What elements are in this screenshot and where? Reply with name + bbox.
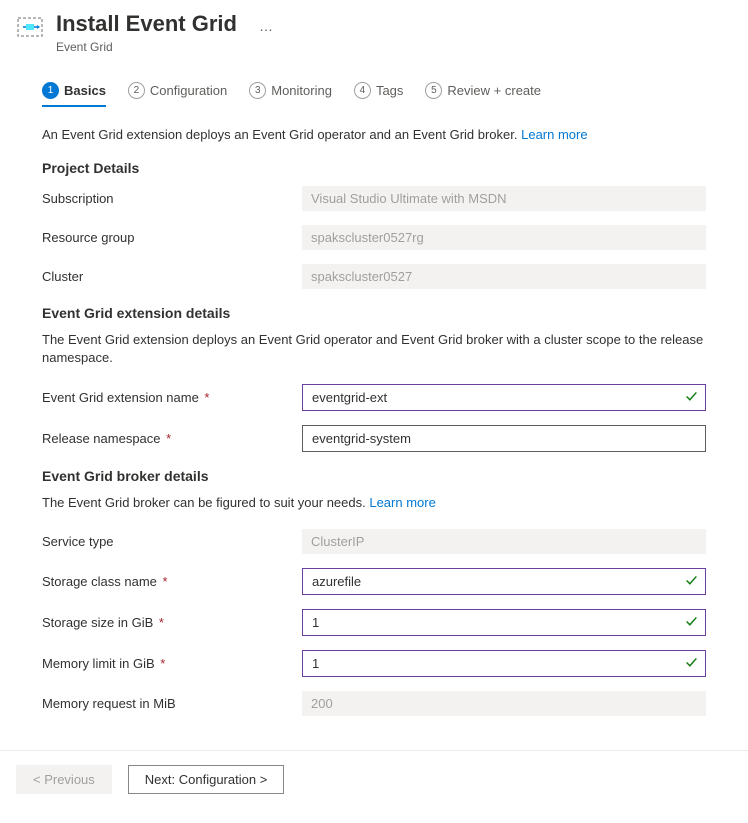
section-extension-details: Event Grid extension details	[42, 305, 706, 321]
subscription-field: Visual Studio Ultimate with MSDN	[302, 186, 706, 211]
tab-label: Tags	[376, 83, 403, 98]
tab-tags[interactable]: 4 Tags	[354, 82, 403, 107]
resource-group-label: Resource group	[42, 230, 302, 245]
broker-details-desc: The Event Grid broker can be figured to …	[42, 494, 706, 513]
page-header: Install Event Grid Event Grid …	[0, 0, 748, 60]
subscription-label: Subscription	[42, 191, 302, 206]
check-icon	[685, 615, 698, 631]
wizard-footer: < Previous Next: Configuration >	[0, 750, 748, 808]
cluster-label: Cluster	[42, 269, 302, 284]
extension-name-label-text: Event Grid extension name	[42, 390, 199, 405]
cluster-field: spakscluster0527	[302, 264, 706, 289]
service-type-field: ClusterIP	[302, 529, 706, 554]
memory-request-field: 200	[302, 691, 706, 716]
storage-class-input[interactable]	[302, 568, 706, 595]
intro-text-body: An Event Grid extension deploys an Event…	[42, 127, 521, 142]
memory-request-label: Memory request in MiB	[42, 696, 302, 711]
section-broker-details: Event Grid broker details	[42, 468, 706, 484]
required-indicator: *	[155, 615, 164, 630]
check-icon	[685, 656, 698, 672]
release-namespace-label: Release namespace *	[42, 431, 302, 446]
required-indicator: *	[159, 574, 168, 589]
next-button[interactable]: Next: Configuration >	[128, 765, 284, 794]
service-type-label: Service type	[42, 534, 302, 549]
storage-class-label-text: Storage class name	[42, 574, 157, 589]
step-badge: 3	[249, 82, 266, 99]
tab-label: Basics	[64, 83, 106, 98]
check-icon	[685, 574, 698, 590]
required-indicator: *	[163, 431, 172, 446]
step-badge: 5	[425, 82, 442, 99]
tab-label: Review + create	[447, 83, 541, 98]
memory-limit-input[interactable]	[302, 650, 706, 677]
broker-desc-text: The Event Grid broker can be figured to …	[42, 495, 369, 510]
tab-monitoring[interactable]: 3 Monitoring	[249, 82, 332, 107]
release-namespace-label-text: Release namespace	[42, 431, 161, 446]
learn-more-link[interactable]: Learn more	[521, 127, 587, 142]
step-badge: 1	[42, 82, 59, 99]
more-actions-button[interactable]: …	[259, 18, 273, 34]
extension-name-label: Event Grid extension name *	[42, 390, 302, 405]
tab-label: Configuration	[150, 83, 227, 98]
page-title: Install Event Grid	[56, 10, 237, 39]
release-namespace-input[interactable]	[302, 425, 706, 452]
required-indicator: *	[201, 390, 210, 405]
storage-size-input[interactable]	[302, 609, 706, 636]
storage-class-label: Storage class name *	[42, 574, 302, 589]
learn-more-link[interactable]: Learn more	[369, 495, 435, 510]
section-project-details: Project Details	[42, 160, 706, 176]
required-indicator: *	[157, 656, 166, 671]
step-badge: 4	[354, 82, 371, 99]
storage-size-label-text: Storage size in GiB	[42, 615, 153, 630]
tab-review-create[interactable]: 5 Review + create	[425, 82, 541, 107]
resource-group-field: spakscluster0527rg	[302, 225, 706, 250]
storage-size-label: Storage size in GiB *	[42, 615, 302, 630]
form-content: An Event Grid extension deploys an Event…	[0, 107, 748, 751]
check-icon	[685, 390, 698, 406]
intro-text: An Event Grid extension deploys an Event…	[42, 127, 706, 142]
page-subtitle: Event Grid	[56, 40, 237, 54]
extension-details-desc: The Event Grid extension deploys an Even…	[42, 331, 706, 369]
tab-configuration[interactable]: 2 Configuration	[128, 82, 227, 107]
step-badge: 2	[128, 82, 145, 99]
memory-limit-label-text: Memory limit in GiB	[42, 656, 155, 671]
memory-limit-label: Memory limit in GiB *	[42, 656, 302, 671]
tab-basics[interactable]: 1 Basics	[42, 82, 106, 107]
tab-label: Monitoring	[271, 83, 332, 98]
event-grid-icon	[16, 13, 44, 41]
previous-button: < Previous	[16, 765, 112, 794]
wizard-tabs: 1 Basics 2 Configuration 3 Monitoring 4 …	[0, 60, 748, 107]
extension-name-input[interactable]	[302, 384, 706, 411]
